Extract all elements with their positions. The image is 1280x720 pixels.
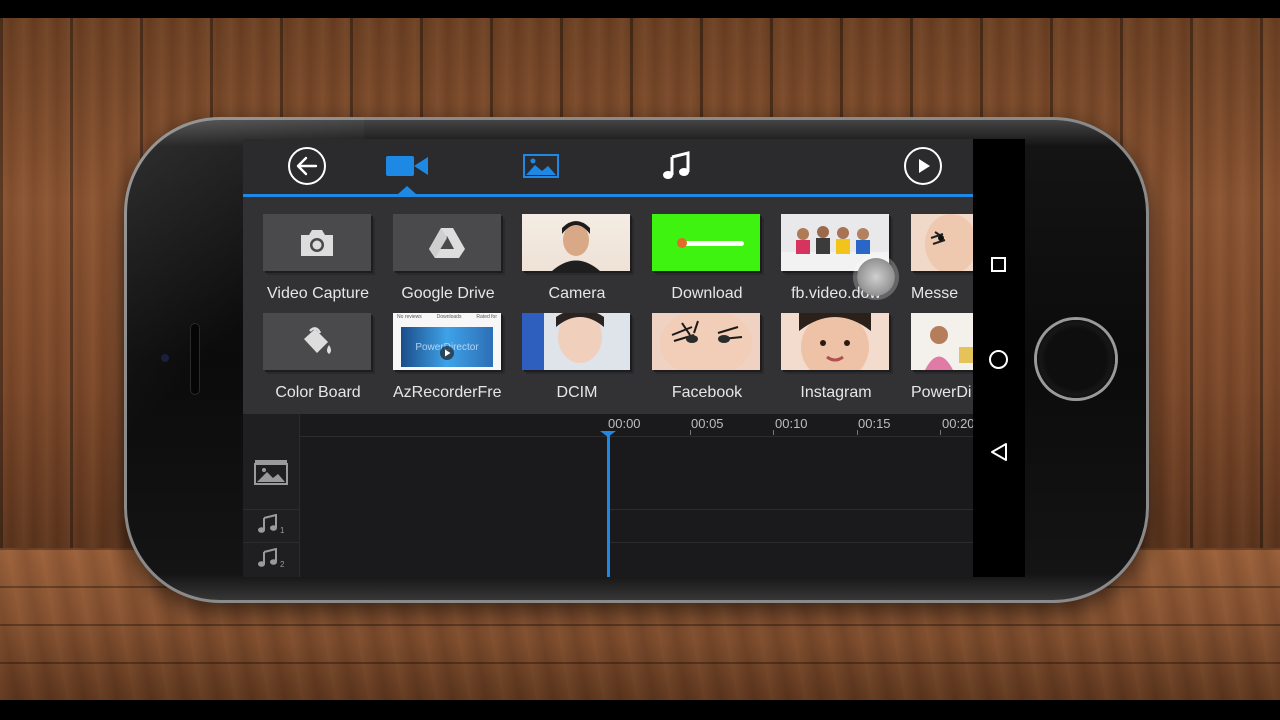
ruler-tick <box>773 430 774 435</box>
thumb-header-text: No reviews <box>397 314 422 320</box>
track-lane-divider <box>607 542 973 543</box>
folder-color-board[interactable]: Color Board <box>263 313 373 403</box>
tab-music[interactable] <box>654 151 698 181</box>
track-index: 2 <box>280 560 285 569</box>
arrow-left-icon <box>296 156 318 176</box>
portrait-photo <box>799 313 871 370</box>
back-nav-icon[interactable] <box>990 442 1008 462</box>
face-paint-photo <box>925 214 973 271</box>
folder-dcim[interactable]: DCIM <box>522 313 632 403</box>
ruler-tick-label: 00:00 <box>608 416 641 431</box>
media-library-grid: Video Capture Google Drive Camera Downlo… <box>243 197 973 414</box>
tab-photo[interactable] <box>519 151 563 181</box>
folder-google-drive[interactable]: Google Drive <box>393 214 503 304</box>
video-track-icon[interactable] <box>253 459 289 485</box>
folder-label: Facebook <box>671 384 743 401</box>
track-headers: 1 2 <box>243 414 300 577</box>
touch-indicator <box>857 258 895 296</box>
ruler-tick <box>857 430 858 435</box>
folder-video-capture[interactable]: Video Capture <box>263 214 373 304</box>
progress-graphic <box>677 238 744 248</box>
thumb-header-text: Rated for <box>476 314 497 320</box>
woman-photo <box>925 326 973 370</box>
tab-video[interactable] <box>385 151 429 181</box>
folder-label: AzRecorderFre <box>393 384 501 401</box>
phone-speaker <box>190 323 200 395</box>
home-button[interactable] <box>1037 320 1115 398</box>
folder-download[interactable]: Download <box>652 214 762 304</box>
ruler-tick-label: 00:05 <box>691 416 724 431</box>
folder-thumbnail <box>652 313 760 370</box>
top-toolbar <box>243 139 973 197</box>
front-camera <box>161 354 169 362</box>
folder-label: Video Capture <box>267 285 369 302</box>
playhead[interactable] <box>607 432 610 577</box>
thumb-header-text: Downloads <box>436 314 462 320</box>
ruler-tick-label: 00:15 <box>858 416 891 431</box>
folder-facebook[interactable]: Facebook <box>652 313 762 403</box>
folder-thumbnail <box>263 214 371 271</box>
ruler-tick <box>690 430 691 435</box>
folder-thumbnail <box>522 214 630 271</box>
folder-thumbnail <box>522 313 630 370</box>
video-camera-icon <box>386 156 428 176</box>
folder-thumbnail <box>911 313 973 370</box>
folder-thumbnail <box>263 313 371 370</box>
timeline-panel: 1 2 00:00 00:05 00:10 00:15 00:20 <box>243 414 973 577</box>
play-preview-button[interactable] <box>904 147 942 185</box>
folder-label: Camera <box>548 285 606 302</box>
music-note-icon <box>663 151 690 179</box>
folder-thumbnail <box>911 214 973 271</box>
folder-messenger[interactable]: Messe <box>911 214 973 304</box>
folder-instagram[interactable]: Instagram <box>781 313 891 403</box>
folder-thumbnail <box>781 313 889 370</box>
folder-label: DCIM <box>556 384 598 401</box>
folder-label: Color Board <box>275 384 361 401</box>
folder-label: Messe <box>911 285 959 302</box>
android-nav-bar <box>973 139 1025 577</box>
folder-label: Download <box>671 285 743 302</box>
person-photo <box>552 221 600 271</box>
track-divider <box>243 542 299 543</box>
folder-camera[interactable]: Camera <box>522 214 632 304</box>
track-divider <box>243 509 299 510</box>
folder-label: Google Drive <box>401 285 495 302</box>
folder-azrecorder[interactable]: No reviews Downloads Rated for PowerDire… <box>393 313 503 403</box>
ruler-tick <box>940 430 941 435</box>
folder-thumbnail: No reviews Downloads Rated for PowerDire… <box>393 313 501 370</box>
active-tab-indicator <box>398 186 416 194</box>
app-screen: Video Capture Google Drive Camera Downlo… <box>243 139 973 577</box>
folder-thumbnail <box>652 214 760 271</box>
google-drive-icon <box>429 227 465 258</box>
play-overlay-icon <box>440 346 454 360</box>
folder-label: Instagram <box>800 384 872 401</box>
home-nav-button[interactable] <box>989 350 1008 369</box>
track-lane-divider <box>607 509 973 510</box>
track-index: 1 <box>280 526 285 535</box>
recents-button[interactable] <box>991 257 1006 272</box>
ruler-tick-label: 00:10 <box>775 416 808 431</box>
folder-powerdirector[interactable]: PowerDi <box>911 313 973 403</box>
ruler-tick-label: 00:20 <box>942 416 973 431</box>
play-icon <box>919 159 930 173</box>
image-icon <box>523 154 559 178</box>
back-button[interactable] <box>288 147 326 185</box>
selfie-photo <box>522 313 604 370</box>
folder-thumbnail <box>393 214 501 271</box>
letterbox-bar <box>0 700 1280 720</box>
camera-icon <box>301 229 333 256</box>
folder-label: PowerDi <box>911 384 972 401</box>
spider-makeup-photo <box>660 313 752 370</box>
time-ruler[interactable]: 00:00 00:05 00:10 00:15 00:20 <box>300 414 973 437</box>
paint-bucket-icon <box>304 326 331 354</box>
